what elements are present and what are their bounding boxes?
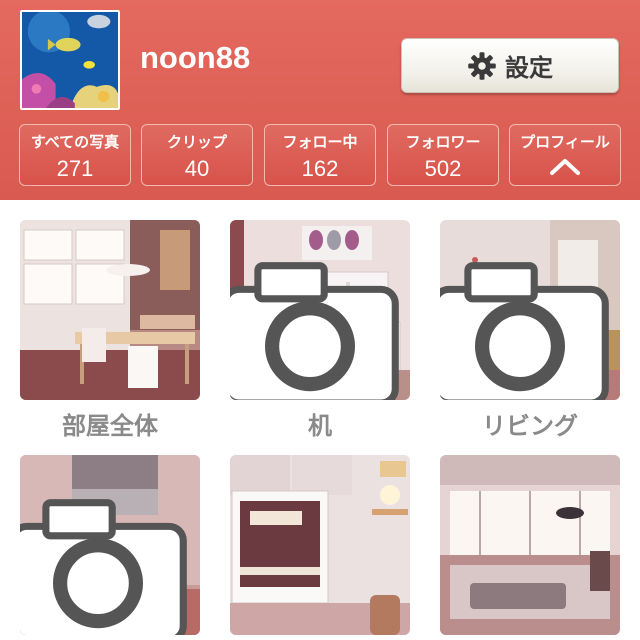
stat-count: 162 bbox=[301, 156, 339, 181]
album-thumbnail-desk[interactable] bbox=[230, 220, 410, 400]
username: noon88 bbox=[140, 40, 251, 75]
album-label: 机 bbox=[308, 412, 332, 440]
stat-all-photos[interactable]: すべての写真 271 bbox=[19, 124, 131, 186]
album-label: リビング bbox=[482, 412, 578, 440]
stat-count: 40 bbox=[184, 156, 210, 181]
stat-clips[interactable]: クリップ 40 bbox=[141, 124, 253, 186]
album-thumbnail-living[interactable] bbox=[440, 220, 620, 400]
profile-header: noon88 設定 すべての写真 271 クリップ 40 フォロー中 162 フ… bbox=[0, 0, 640, 200]
album-thumbnail-room[interactable] bbox=[20, 220, 200, 400]
kitchen-photo bbox=[440, 455, 620, 635]
aquarium-photo bbox=[22, 12, 118, 108]
camera-icon bbox=[230, 262, 399, 400]
album-thumbnail-shelf[interactable] bbox=[230, 455, 410, 635]
camera-icon bbox=[20, 499, 187, 635]
stat-count: 271 bbox=[56, 156, 94, 181]
camera-icon bbox=[440, 262, 609, 400]
profile-toggle-button[interactable]: プロフィール bbox=[509, 124, 621, 186]
stat-count: 502 bbox=[424, 156, 462, 181]
room-photo bbox=[20, 220, 200, 400]
stat-followers[interactable]: フォロワー 502 bbox=[387, 124, 499, 186]
shelf-photo bbox=[230, 455, 410, 635]
stat-label: フォロー中 bbox=[282, 133, 358, 151]
stats-bar: すべての写真 271 クリップ 40 フォロー中 162 フォロワー 502 プ… bbox=[19, 124, 621, 186]
settings-label: 設定 bbox=[505, 54, 553, 82]
settings-button[interactable]: 設定 bbox=[401, 38, 619, 93]
album-thumbnail-kitchen[interactable] bbox=[440, 455, 620, 635]
album-label: 部屋全体 bbox=[62, 412, 158, 440]
album-thumbnail-bedroom[interactable] bbox=[20, 455, 200, 635]
chevron-up-icon bbox=[550, 159, 580, 175]
stat-label: すべての写真 bbox=[30, 133, 120, 151]
avatar[interactable] bbox=[20, 10, 120, 110]
stat-label: フォロワー bbox=[405, 133, 481, 151]
stat-label: クリップ bbox=[166, 133, 227, 151]
gear-icon bbox=[468, 51, 496, 80]
stat-following[interactable]: フォロー中 162 bbox=[264, 124, 376, 186]
stat-label: プロフィール bbox=[520, 133, 610, 151]
